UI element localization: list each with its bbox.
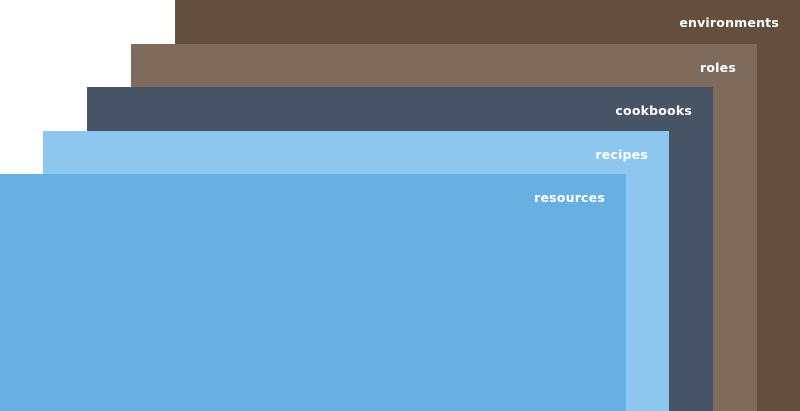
layer-label-roles: roles <box>700 60 736 75</box>
layer-label-cookbooks: cookbooks <box>615 103 692 118</box>
layer-resources: resources <box>0 174 626 411</box>
layer-label-resources: resources <box>534 190 605 205</box>
layer-label-environments: environments <box>679 15 779 30</box>
layer-label-recipes: recipes <box>595 147 648 162</box>
